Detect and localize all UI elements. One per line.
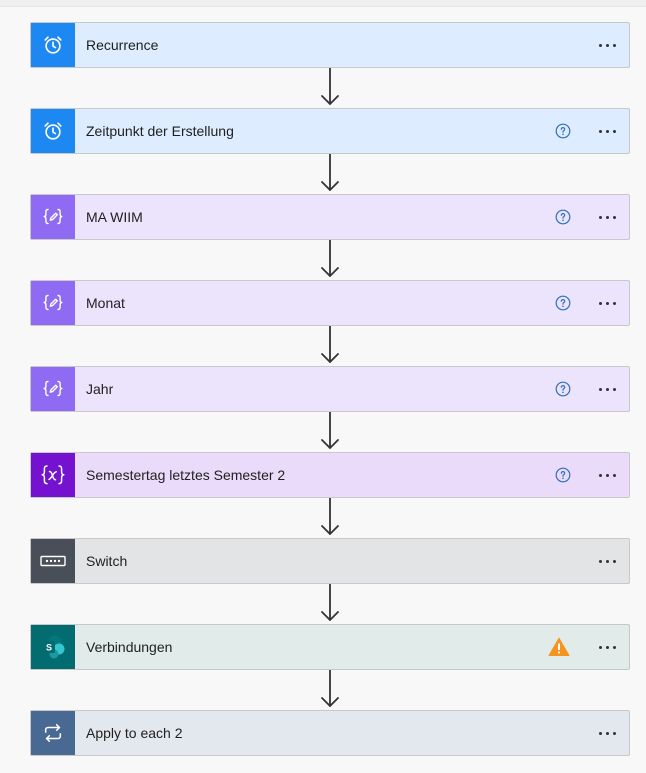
- dot: [612, 731, 616, 735]
- dot: [598, 645, 602, 649]
- dot: [612, 215, 616, 219]
- more-options-icon[interactable]: [595, 721, 619, 745]
- sharepoint-icon: S: [31, 625, 75, 669]
- more-options-icon[interactable]: [595, 119, 619, 143]
- more-options-icon[interactable]: [595, 33, 619, 57]
- dot: [612, 129, 616, 133]
- dot: [605, 387, 609, 391]
- connector-arrow-icon: [30, 68, 630, 108]
- dot: [605, 215, 609, 219]
- step-card-zeitpunkt-der-erstellung[interactable]: Zeitpunkt der Erstellung: [30, 108, 630, 154]
- connector-arrow-icon: [30, 326, 630, 366]
- step-title: Switch: [86, 553, 128, 569]
- svg-text:S: S: [46, 643, 52, 653]
- help-icon[interactable]: [555, 295, 571, 311]
- variable-edit-icon: [31, 281, 75, 325]
- dot: [598, 215, 602, 219]
- dot: [598, 387, 602, 391]
- connector-arrow-icon: [30, 412, 630, 452]
- dot: [605, 129, 609, 133]
- dot: [612, 387, 616, 391]
- step-card-monat[interactable]: Monat: [30, 280, 630, 326]
- dot: [605, 645, 609, 649]
- dot: [598, 301, 602, 305]
- loop-icon: [31, 711, 75, 755]
- dot: [612, 645, 616, 649]
- step-card-switch[interactable]: Switch: [30, 538, 630, 584]
- step-card-verbindungen[interactable]: S Verbindungen: [30, 624, 630, 670]
- connector-arrow-icon: [30, 240, 630, 280]
- variable-edit-icon: [31, 367, 75, 411]
- dot: [612, 559, 616, 563]
- step-title: Zeitpunkt der Erstellung: [86, 123, 234, 139]
- more-options-icon[interactable]: [595, 377, 619, 401]
- top-toolbar-strip: [0, 0, 646, 7]
- dot: [605, 473, 609, 477]
- dot: [605, 731, 609, 735]
- dot: [598, 43, 602, 47]
- help-icon[interactable]: [555, 123, 571, 139]
- more-options-icon[interactable]: [595, 463, 619, 487]
- warning-icon[interactable]: [548, 637, 570, 657]
- dot: [598, 731, 602, 735]
- step-card-semestertag-letztes-semester-2[interactable]: Semestertag letztes Semester 2: [30, 452, 630, 498]
- alarm-clock-icon: [31, 109, 75, 153]
- connector-arrow-icon: [30, 154, 630, 194]
- help-icon[interactable]: [555, 467, 571, 483]
- dot: [605, 301, 609, 305]
- step-card-jahr[interactable]: Jahr: [30, 366, 630, 412]
- connector-arrow-icon: [30, 670, 630, 710]
- step-card-ma-wiim[interactable]: MA WIIM: [30, 194, 630, 240]
- more-options-icon[interactable]: [595, 549, 619, 573]
- connector-arrow-icon: [30, 498, 630, 538]
- step-title: Recurrence: [86, 37, 159, 53]
- dot: [598, 559, 602, 563]
- more-options-icon[interactable]: [595, 205, 619, 229]
- help-icon[interactable]: [555, 209, 571, 225]
- alarm-clock-icon: [31, 23, 75, 67]
- step-title: Semestertag letztes Semester 2: [86, 467, 286, 483]
- dot: [612, 473, 616, 477]
- step-title: Jahr: [86, 381, 114, 397]
- more-options-icon[interactable]: [595, 635, 619, 659]
- step-card-recurrence[interactable]: Recurrence: [30, 22, 630, 68]
- step-title: Verbindungen: [86, 639, 173, 655]
- switch-icon: [31, 539, 75, 583]
- dot: [598, 129, 602, 133]
- flow-canvas: Recurrence Zeitpunkt der Erstellung MA WII…: [30, 22, 630, 756]
- dot: [612, 43, 616, 47]
- step-card-apply-to-each-2[interactable]: Apply to each 2: [30, 710, 630, 756]
- step-title: MA WIIM: [86, 209, 143, 225]
- connector-arrow-icon: [30, 584, 630, 624]
- dot: [605, 43, 609, 47]
- step-title: Apply to each 2: [86, 725, 183, 741]
- more-options-icon[interactable]: [595, 291, 619, 315]
- dot: [612, 301, 616, 305]
- dot: [598, 473, 602, 477]
- step-title: Monat: [86, 295, 125, 311]
- help-icon[interactable]: [555, 381, 571, 397]
- variable-edit-icon: [31, 195, 75, 239]
- dot: [605, 559, 609, 563]
- variable-x-icon: [31, 453, 75, 497]
